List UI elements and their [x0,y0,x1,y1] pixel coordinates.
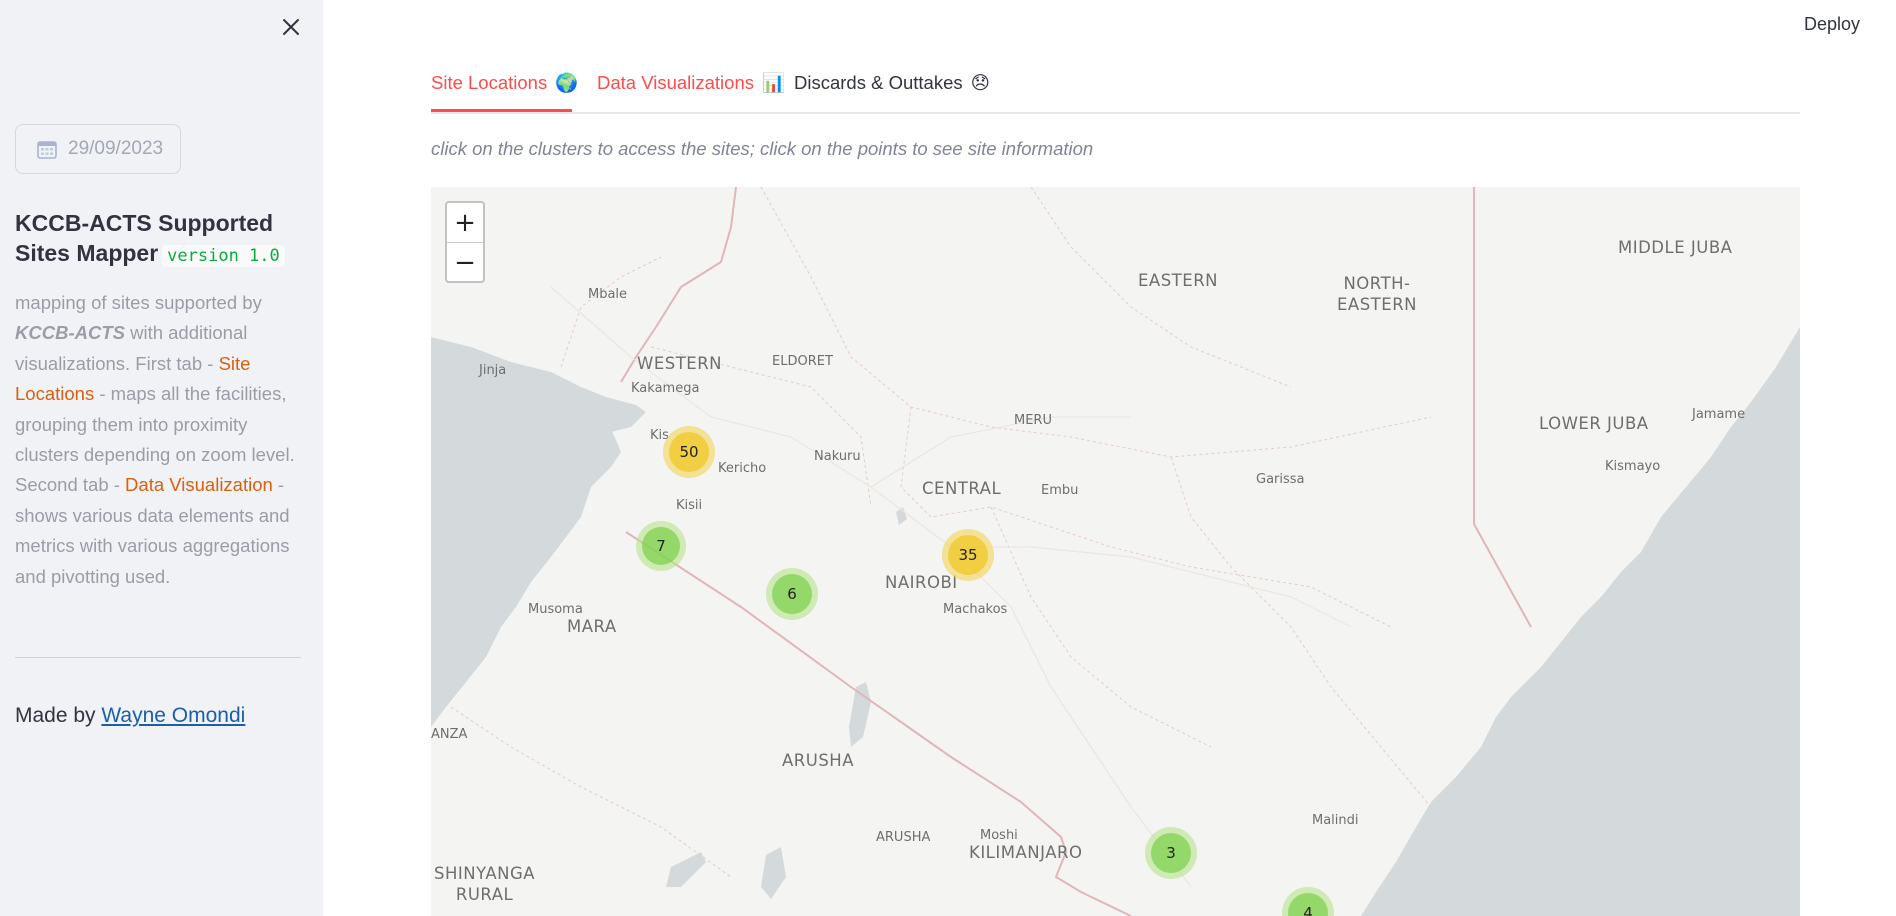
cluster-count: 6 [772,574,812,614]
cluster-count: 35 [948,535,988,575]
globe-icon: 🌍 [555,72,579,93]
bar-chart-icon: 📊 [762,72,786,93]
border-kenya-somalia [1473,187,1532,628]
sidebar-divider [15,657,301,658]
map-label-kericho: Kericho [718,461,767,476]
made-by-prefix: Made by [15,704,102,727]
map-label-western: WESTERN [637,354,723,373]
made-by: Made by Wayne Omondi [15,704,245,728]
tab-label: Site Locations [431,72,548,93]
tab-data-visualizations[interactable]: Data Visualizations 📊 [597,72,785,94]
map-caption: click on the clusters to access the site… [431,138,1094,159]
active-tab-indicator [431,109,572,112]
sidebar-description: mapping of sites supported by KCCB-ACTS … [15,288,305,592]
map-label-garissa: Garissa [1256,472,1305,487]
sidebar-title: KCCB-ACTS Supported Sites Mapper version … [15,208,315,271]
close-sidebar-button[interactable] [278,14,304,40]
map-label-jinja: Jinja [479,363,507,378]
sidebar: 29/09/2023 KCCB-ACTS Supported Sites Map… [0,0,323,916]
cluster-marker[interactable]: 50 [663,426,715,478]
calendar-icon [37,141,57,159]
tab-bar: Site Locations 🌍 Data Visualizations 📊 D… [431,62,1800,114]
version-badge: version 1.0 [162,245,285,267]
cluster-marker[interactable]: 6 [766,568,818,620]
close-icon [283,19,299,35]
map-label-musoma: Musoma [528,602,583,617]
map-label-shinyanga: SHINYANGA RURAL [434,864,536,904]
disappointed-face-icon: 😞 [970,72,990,93]
map-label-lower-juba: LOWER JUBA [1539,414,1649,433]
map-label-middle-juba: MIDDLE JUBA [1618,238,1733,257]
map-label-meru: MERU [1014,413,1052,428]
map-label-central: CENTRAL [922,479,1002,498]
tab-label: Data Visualizations [597,72,754,93]
map-label-mbale: Mbale [588,287,628,302]
lake-natron [849,682,871,747]
cluster-count: 3 [1151,833,1191,873]
tab-label: Discards & Outtakes [794,72,963,93]
map-label-anza: ANZA [431,727,468,742]
lake-manyara [761,847,786,899]
map-label-machakos: Machakos [943,602,1008,617]
map-label-nakuru: Nakuru [814,449,861,464]
map-label-kismayo: Kismayo [1605,459,1661,474]
description-org: KCCB-ACTS [15,322,125,344]
map-label-jamame: Jamame [1692,407,1746,422]
tab-discards-outtakes[interactable]: Discards & Outtakes 😞 [794,72,990,94]
cluster-count: 50 [669,432,709,472]
map-label-mara: MARA [567,617,617,636]
cluster-count: 4 [1288,893,1328,916]
description-text: mapping of sites supported by [15,292,262,313]
zoom-in-button[interactable]: + [447,203,483,242]
map-label-kisii: Kisii [676,498,703,513]
map-label-kilimanjaro: KILIMANJARO [969,843,1083,862]
deploy-button[interactable]: Deploy [1800,12,1864,37]
description-tab2-highlight: Data Visualization [125,474,273,496]
map[interactable]: + − Mbale WESTERN ELDORET Kakamega Jinja… [431,187,1800,916]
map-label-embu: Embu [1041,483,1079,498]
map-label-kakamega: Kakamega [631,381,700,396]
map-label-malindi: Malindi [1312,813,1359,828]
zoom-control: + − [445,201,485,283]
map-label-arusha-region: ARUSHA [782,751,854,770]
map-label-eastern: EASTERN [1138,271,1218,290]
date-input[interactable]: 29/09/2023 [15,124,181,174]
map-label-nairobi: NAIROBI [885,573,958,592]
map-label-eldoret: ELDORET [772,354,833,369]
map-label-arusha: ARUSHA [876,830,931,845]
cluster-marker[interactable]: 3 [1145,827,1197,879]
author-link[interactable]: Wayne Omondi [101,704,245,727]
zoom-out-button[interactable]: − [447,242,483,281]
cluster-marker[interactable]: 7 [636,521,686,571]
cluster-count: 7 [642,527,680,565]
lake-eyasi [666,852,706,887]
map-label-north-eastern: NORTH- EASTERN [1337,274,1417,314]
cluster-marker[interactable]: 35 [942,529,994,581]
tab-site-locations[interactable]: Site Locations 🌍 [431,72,578,94]
map-label-moshi: Moshi [980,828,1018,843]
date-value: 29/09/2023 [68,138,164,159]
